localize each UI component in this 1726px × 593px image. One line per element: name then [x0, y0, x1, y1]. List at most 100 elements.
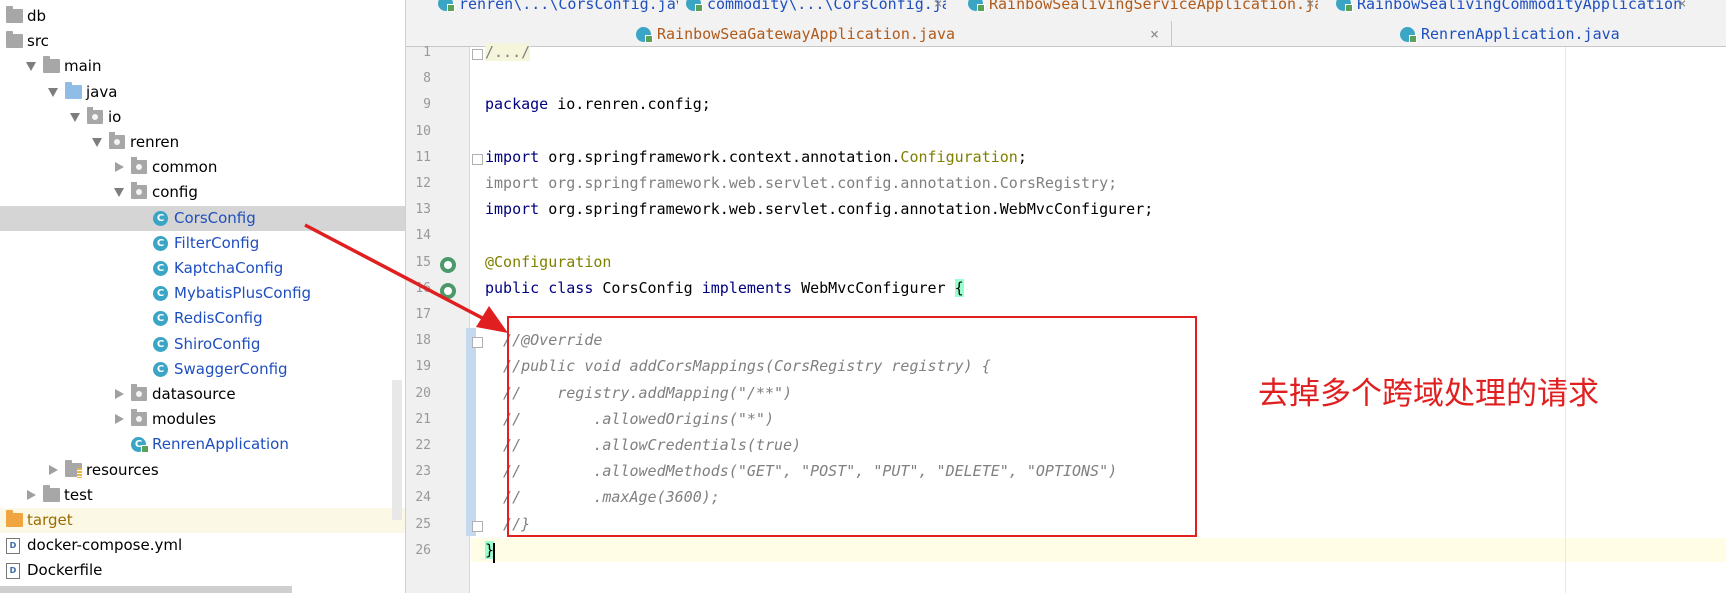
tree-item-docker-compose-yml[interactable]: Ddocker-compose.yml [0, 533, 405, 558]
tree-item-label: KaptchaConfig [174, 259, 284, 277]
tree-item-test[interactable]: test [0, 483, 405, 508]
java-class-icon: C [153, 210, 168, 226]
close-tab-icon[interactable]: × [1306, 0, 1314, 15]
tree-item-swaggerconfig[interactable]: C SwaggerConfig [0, 357, 405, 382]
collapsed-arrow-icon[interactable] [115, 414, 124, 425]
code-line[interactable]: package io.renren.config; [485, 95, 711, 113]
line-number: 18 [415, 333, 431, 349]
tree-item-common[interactable]: common [0, 155, 405, 180]
java-class-icon [968, 0, 985, 12]
line-number: 10 [415, 123, 431, 139]
tree-item-label: ShiroConfig [174, 334, 261, 353]
expanded-arrow-icon[interactable] [48, 87, 58, 97]
source-folder-icon [65, 81, 82, 99]
tree-item-redisconfig[interactable]: C RedisConfig [0, 306, 405, 331]
code-line[interactable]: import org.springframework.context.annot… [485, 148, 1027, 166]
tree-item-datasource[interactable]: datasource [0, 382, 405, 407]
tree-item-label: main [64, 57, 102, 76]
code-line[interactable]: public class CorsConfig implements WebMv… [485, 278, 964, 297]
editor-tab[interactable]: RainbowSealivingCommodityApplication [1336, 0, 1716, 15]
editor-tab[interactable]: commodity\...\CorsConfig.java [686, 0, 946, 15]
spring-app-class-icon [1400, 26, 1417, 43]
tree-item-db[interactable]: db [0, 4, 405, 29]
fold-toggle-icon[interactable] [472, 520, 483, 532]
close-tab-icon[interactable]: × [934, 0, 942, 15]
fold-toggle-icon[interactable] [472, 337, 483, 349]
tree-item-modules[interactable]: modules [0, 407, 405, 432]
spring-bean-gutter-icon[interactable] [440, 256, 456, 273]
tab-label: RenrenApplication.java [1421, 25, 1620, 43]
line-number: 11 [415, 149, 431, 165]
tree-item-label: docker-compose.yml [27, 536, 183, 555]
collapsed-arrow-icon[interactable] [115, 389, 124, 399]
text-caret [493, 542, 495, 563]
tree-item-filterconfig[interactable]: C FilterConfig [0, 231, 405, 256]
tree-item-renrenapplication[interactable]: C RenrenApplication [0, 432, 405, 457]
line-number: 24 [415, 490, 431, 506]
tree-item-shiroconfig[interactable]: C ShiroConfig [0, 332, 405, 357]
expanded-arrow-icon[interactable] [92, 138, 102, 147]
editor-tabs: renren\...\CorsConfig.java commodity\...\… [406, 0, 1726, 47]
line-number: 25 [415, 516, 431, 532]
tab-label: renren\...\CorsConfig.java [459, 0, 678, 13]
code-line[interactable]: @Configuration [485, 253, 611, 271]
fold-toggle-icon[interactable] [472, 49, 483, 60]
collapsed-arrow-icon[interactable] [49, 464, 58, 475]
line-number: 19 [415, 359, 431, 375]
tree-item-target[interactable]: target [0, 508, 405, 533]
tree-item-io[interactable]: io [0, 105, 405, 130]
tree-item-label: CorsConfig [174, 208, 256, 227]
tree-item-kaptchaconfig[interactable]: C KaptchaConfig [0, 256, 405, 281]
spring-app-class-icon [636, 26, 653, 43]
line-number: 8 [423, 71, 431, 87]
current-line-highlight [471, 538, 1726, 562]
tab-label: RainbowSeaGatewayApplication.java [657, 25, 956, 43]
annotation-box [507, 316, 1197, 537]
tree-item-src[interactable]: src [0, 29, 405, 54]
close-tab-icon[interactable]: × [1678, 0, 1686, 15]
tree-item-label: test [64, 485, 93, 504]
tree-item-corsconfig[interactable]: C CorsConfig [0, 205, 405, 231]
code-line[interactable]: /.../ [485, 43, 531, 61]
tree-horizontal-scrollbar[interactable] [0, 586, 292, 593]
expanded-arrow-icon[interactable] [114, 188, 124, 198]
expanded-arrow-icon[interactable] [70, 112, 80, 122]
tree-item-label: target [27, 511, 73, 529]
expanded-arrow-icon[interactable] [26, 62, 36, 72]
line-number: 1 [423, 45, 431, 60]
folder-icon [43, 484, 60, 502]
line-number: 20 [415, 385, 431, 401]
line-number: 13 [415, 202, 431, 218]
vcs-change-bar [466, 328, 476, 536]
collapsed-arrow-icon[interactable] [27, 489, 36, 500]
folder-icon [6, 6, 23, 23]
tree-item-resources[interactable]: resources [0, 458, 405, 483]
folder-icon [43, 56, 60, 74]
tree-item-label: RedisConfig [174, 309, 263, 328]
tree-item-label: java [86, 82, 118, 101]
code-line[interactable]: import org.springframework.web.servlet.c… [485, 174, 1117, 192]
tree-item-label: db [27, 7, 47, 25]
excluded-folder-icon [6, 510, 23, 527]
tree-item-label: common [152, 158, 218, 177]
code-line[interactable]: import org.springframework.web.servlet.c… [485, 200, 1153, 218]
collapsed-arrow-icon[interactable] [115, 162, 124, 173]
tree-item-java[interactable]: java [0, 80, 405, 105]
tree-item-renren[interactable]: renren [0, 130, 405, 155]
tree-scrollbar[interactable] [392, 380, 402, 520]
editor-tab[interactable]: RainbowSeaGatewayApplication.java [636, 21, 955, 47]
tree-item-config[interactable]: config [0, 180, 405, 205]
fold-toggle-icon[interactable] [472, 153, 483, 165]
tree-item-label: FilterConfig [174, 233, 260, 252]
close-tab-icon[interactable]: × [1150, 21, 1159, 47]
editor-tab[interactable]: RenrenApplication.java [1400, 21, 1620, 47]
tab-label: RainbowSealivingCommodityApplication [1357, 0, 1683, 13]
editor-tab[interactable]: RainbowSealivingServiceApplication.java [968, 0, 1318, 15]
tree-item-label: config [152, 183, 198, 202]
spring-bean-gutter-icon[interactable] [440, 282, 456, 299]
editor-tab[interactable]: renren\...\CorsConfig.java [438, 0, 678, 15]
annotation-text: 去掉多个跨域处理的请求 [1258, 376, 1599, 412]
tree-item-mybatisplusconfig[interactable]: C MybatisPlusConfig [0, 281, 405, 306]
tree-item-dockerfile[interactable]: D Dockerfile [0, 558, 405, 583]
tree-item-main[interactable]: main [0, 54, 405, 79]
